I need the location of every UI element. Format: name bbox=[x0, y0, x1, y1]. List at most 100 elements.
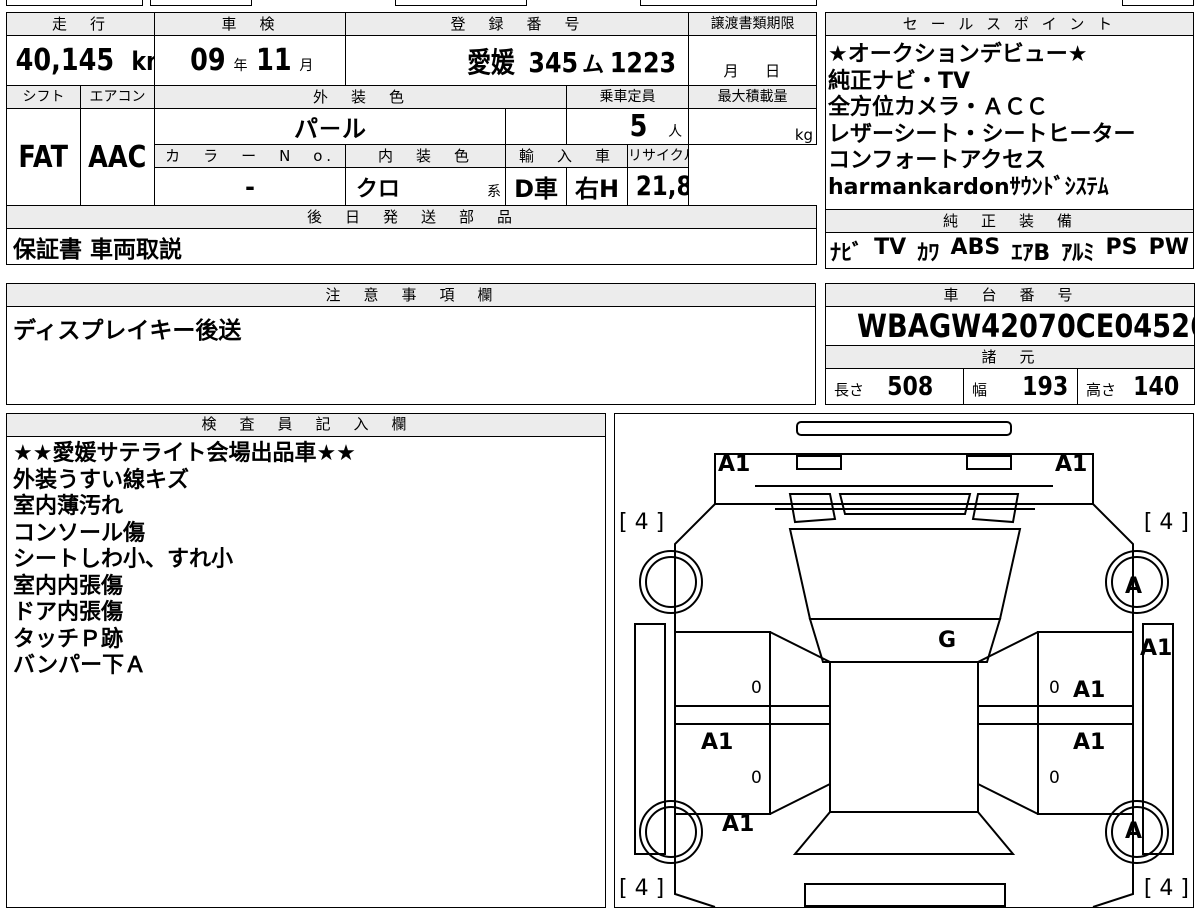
inspection-header: 車 検 bbox=[154, 12, 347, 36]
color-no-cell: - bbox=[154, 167, 347, 206]
capacity-unit: 人 bbox=[668, 124, 683, 140]
max-load-header: 最大積載量 bbox=[688, 85, 818, 109]
max-load-cell: kg bbox=[688, 108, 818, 145]
capacity-header: 乗車定員 bbox=[566, 85, 690, 109]
equipment-item: PS bbox=[1105, 234, 1138, 260]
later-parts-value: 保証書 車両取説 bbox=[13, 236, 183, 263]
exterior-color-value: パ－ル bbox=[294, 115, 367, 143]
height-cell: 高さ 140 bbox=[1077, 368, 1195, 405]
mark-wheel-right-rear: A bbox=[1125, 819, 1143, 844]
zero-right-front: 0 bbox=[1049, 678, 1060, 698]
handle-cell: 右H bbox=[566, 167, 629, 206]
later-parts-header: 後 日 発 送 部 品 bbox=[5, 205, 818, 229]
inspection-month: 11 bbox=[255, 43, 292, 78]
equipment-cell: ﾅﾋﾞ TV ｶﾜ ABS ｴｱB ｱﾙﾐ PS PW bbox=[825, 232, 1194, 269]
shift-value: FAT bbox=[18, 139, 69, 175]
rear-window bbox=[792, 811, 1016, 855]
deadline-month-unit: 月 bbox=[723, 62, 739, 80]
windshield bbox=[788, 528, 1022, 620]
sales-point-item: harmankardonｻｳﾝﾄﾞｼｽﾃﾑ bbox=[828, 174, 1109, 200]
handle-value: 右H bbox=[574, 175, 620, 203]
width-value: 193 bbox=[1022, 371, 1069, 402]
equipment-header: 純 正 装 備 bbox=[825, 209, 1194, 233]
registration-header: 登 録 番 号 bbox=[345, 12, 690, 36]
equipment-item: ABS bbox=[950, 234, 1001, 260]
tire-label-left-rear: [ 4 ] bbox=[619, 876, 665, 901]
headlight-right bbox=[966, 455, 1012, 470]
inspector-note-item: 室内内張傷 bbox=[13, 573, 124, 599]
wheel-left-front bbox=[639, 550, 703, 614]
inspection-cell: 09 年 11 月 bbox=[154, 35, 347, 86]
right-door-sill bbox=[978, 705, 1133, 725]
front-bumper bbox=[796, 421, 1012, 436]
length-value: 508 bbox=[887, 371, 934, 402]
sales-point-item: コンフォートアクセス bbox=[828, 148, 1047, 173]
zero-left-front: 0 bbox=[751, 678, 762, 698]
inspector-note-item: ドア内張傷 bbox=[13, 600, 124, 625]
mark-front-left: A1 bbox=[718, 452, 751, 477]
chassis-header: 車 台 番 号 bbox=[825, 283, 1195, 307]
inspector-note-item: 外装うすい線キズ bbox=[13, 467, 190, 493]
notes-cell: ディスプレイキー後送 bbox=[6, 306, 816, 405]
trunk bbox=[804, 883, 1006, 907]
car-diagram bbox=[634, 421, 1174, 907]
mark-right-fender: A1 bbox=[1140, 636, 1173, 661]
equipment-item: PW bbox=[1148, 234, 1189, 260]
registration-kana: ム bbox=[582, 52, 605, 78]
transfer-deadline-header: 譲渡書類期限 bbox=[688, 12, 818, 36]
inspector-notes-list: ★★愛媛サテライト会場出品車★★ 外装うすい線キズ 室内薄汚れ コンソール傷 シートしわ… bbox=[7, 437, 605, 680]
tire-label-right-front: [ 4 ] bbox=[1143, 510, 1189, 535]
inspector-note-item: 室内薄汚れ bbox=[13, 494, 124, 519]
vehicle-info-table: 走 行 車 検 登 録 番 号 譲渡書類期限 40,145 km 09 年 11… bbox=[5, 12, 818, 265]
length-label: 長さ bbox=[834, 380, 865, 399]
inspector-note-item: タッチＰ跡 bbox=[13, 626, 124, 652]
registration-number: 1223 bbox=[609, 45, 677, 79]
wheel-left-front-inner bbox=[645, 556, 697, 608]
notes-table: 注 意 事 項 欄 ディスプレイキー後送 bbox=[6, 283, 816, 405]
inspector-header: 検 査 員 記 入 欄 bbox=[7, 414, 605, 437]
height-value: 140 bbox=[1133, 371, 1180, 402]
width-cell: 幅 193 bbox=[963, 368, 1078, 405]
specs-header: 諸 元 bbox=[825, 345, 1195, 369]
headlight-left bbox=[796, 455, 842, 470]
width-label: 幅 bbox=[972, 380, 988, 399]
sales-points-cell: ★オークションデビュー★ 純正ナビ・TV 全方位カメラ・ＡＣＣ レザーシート・シートヒ… bbox=[825, 35, 1194, 210]
hood-outline bbox=[714, 453, 1094, 505]
car-diagram-box: [ 4 ] [ 4 ] [ 4 ] [ 4 ] A1 A1 A A G A1 A… bbox=[614, 413, 1194, 908]
mark-front-right: A1 bbox=[1055, 452, 1088, 477]
mileage-value: 40,145 bbox=[15, 43, 115, 78]
recycle-cell: 21,830 円 bbox=[627, 167, 690, 206]
mark-right-rear-door: A1 bbox=[1073, 730, 1106, 755]
mark-right-front-door: A1 bbox=[1073, 678, 1106, 703]
zero-right-rear: 0 bbox=[1049, 768, 1060, 788]
equipment-list: ﾅﾋﾞ TV ｶﾜ ABS ｴｱB ｱﾙﾐ PS PW bbox=[830, 235, 1189, 267]
left-door-sill bbox=[675, 705, 830, 725]
shift-cell: FAT bbox=[6, 108, 81, 206]
top-cutoff-strip bbox=[0, 0, 1200, 6]
equipment-item: ﾅﾋﾞ bbox=[830, 240, 864, 266]
mark-wheel-right-front: A bbox=[1125, 574, 1143, 599]
inspector-note-item: ★★愛媛サテライト会場出品車★★ bbox=[13, 441, 356, 466]
aircon-value: AAC bbox=[88, 139, 147, 175]
height-label: 高さ bbox=[1086, 380, 1117, 399]
recycle-header: リサイクル預託金 bbox=[627, 144, 690, 168]
chassis-cell: WBAGW42070CE04526 bbox=[825, 306, 1195, 346]
inspector-box: 検 査 員 記 入 欄 ★★愛媛サテライト会場出品車★★ 外装うすい線キズ 室内薄汚… bbox=[6, 413, 606, 908]
zero-left-rear: 0 bbox=[751, 768, 762, 788]
import-type-value: D車 bbox=[514, 175, 558, 203]
chassis-number: WBAGW42070CE04526 bbox=[857, 307, 1195, 345]
interior-color-suffix: 系 bbox=[487, 183, 502, 200]
later-parts-cell: 保証書 車両取説 bbox=[5, 228, 818, 265]
mark-left-rear-fender: A1 bbox=[722, 812, 755, 837]
import-header: 輸 入 車 bbox=[505, 144, 629, 168]
registration-class: 345 bbox=[528, 45, 578, 79]
exterior-color-cell: パ－ル bbox=[154, 108, 507, 145]
mark-glass: G bbox=[938, 628, 957, 653]
interior-color-value: クロ bbox=[355, 176, 400, 202]
color-no-header: カ ラ ー N o. bbox=[154, 144, 347, 168]
recycle-value: 21,830 bbox=[635, 171, 688, 202]
interior-color-header: 内 装 色 bbox=[345, 144, 507, 168]
sales-points-header: セ ー ル ス ポ イ ン ト bbox=[825, 12, 1194, 36]
color-no-value: - bbox=[245, 172, 255, 201]
equipment-item: TV bbox=[874, 234, 907, 260]
